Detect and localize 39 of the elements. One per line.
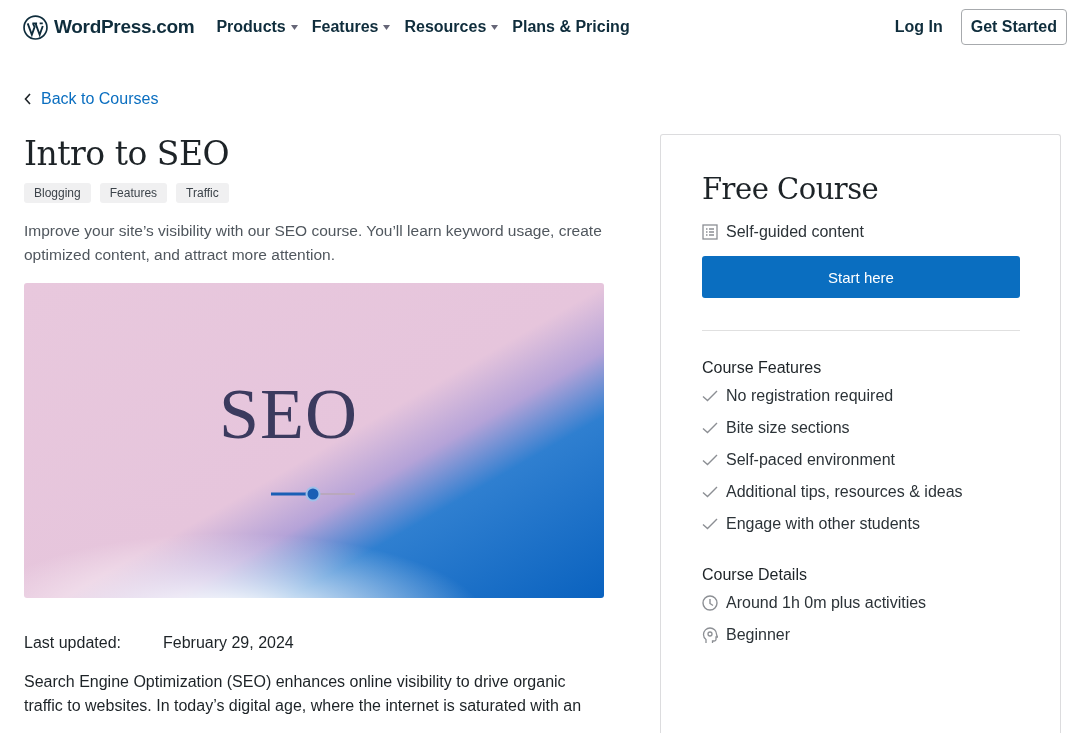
course-title: Intro to SEO [24,134,231,173]
tag-chip[interactable]: Traffic [176,183,229,203]
tag-chip[interactable]: Features [99,183,168,203]
check-icon [702,486,718,498]
list-icon [702,224,718,240]
chevron-left-icon [24,93,32,105]
nav-menu-item[interactable]: Features [311,18,391,36]
detail-item: Beginner [726,626,791,644]
get-started-button[interactable]: Get Started [960,9,1067,45]
last-updated-label: Last updated: [24,634,122,652]
nav-menu-item[interactable]: Products [216,18,298,36]
logo-icon [23,14,48,40]
features-heading: Course Features [702,359,823,377]
check-icon [702,454,718,466]
last-updated-date: February 29, 2024 [163,634,294,652]
content-type-label: Self-guided content [726,223,864,241]
start-button[interactable]: Start here [702,256,1020,298]
course-description: Search Engine Optimization (SEO) enhances online visibility to drive organic traffic to websites. In today’s digital age, where the internet is saturated with an [24,672,583,716]
details-heading: Course Details [702,566,808,584]
check-icon [702,422,718,434]
head-icon [702,626,718,644]
feature-item: No registration required [726,387,894,405]
logo-text[interactable]: WordPress.com [54,16,195,38]
feature-item: Self-paced environment [726,451,895,469]
nav-menu-item[interactable]: Plans & Pricing [512,18,630,36]
feature-item: Additional tips, resources & ideas [726,483,963,501]
detail-item: Around 1h 0m plus activities [726,594,927,612]
nav-menu-item[interactable]: Resources [404,18,499,36]
illustration-title: SEO [219,373,359,456]
feature-item: Bite size sections [726,419,850,437]
course-summary: Improve your site’s visibility with our SEO course. You’ll learn keyword usage, create optimized content, and attract more attention. [24,221,603,265]
back-link[interactable]: Back to Courses [24,90,159,108]
feature-item: Engage with other students [726,515,920,533]
login-link[interactable]: Log In [894,18,943,36]
card-title: Free Course [702,172,880,206]
check-icon [702,518,718,530]
check-icon [702,390,718,402]
clock-icon [702,595,718,611]
tag-chip[interactable]: Blogging [24,183,91,203]
